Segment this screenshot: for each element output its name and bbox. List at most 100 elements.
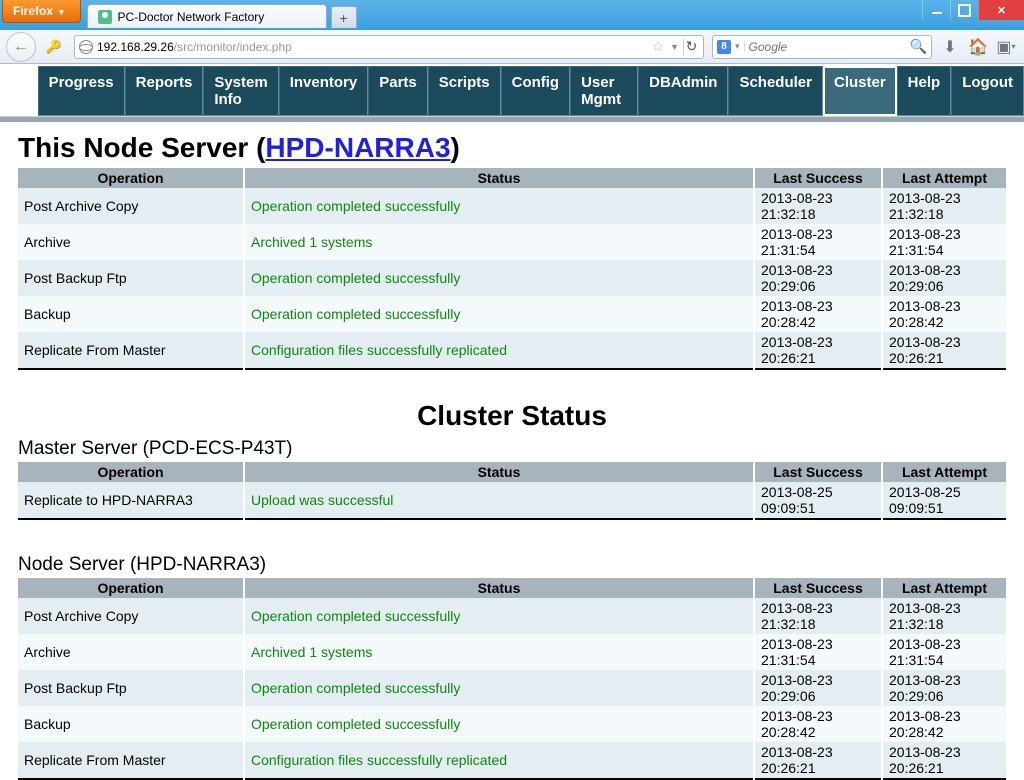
cell-op: Post Backup Ftp: [18, 260, 244, 296]
table-row: Replicate to HPD-NARRA3Upload was succes…: [18, 482, 1006, 519]
search-engine-icon[interactable]: 8: [717, 40, 731, 54]
cell-op: Archive: [18, 224, 244, 260]
cell-op: Post Archive Copy: [18, 188, 244, 224]
menu-item-dbadmin[interactable]: DBAdmin: [638, 66, 728, 116]
master-ops-table: Operation Status Last Success Last Attem…: [18, 462, 1006, 520]
col-last-success: Last Success: [754, 462, 882, 482]
cell-st: Operation completed successfully: [244, 706, 754, 742]
menu-item-help[interactable]: Help: [897, 66, 952, 116]
table-row: Post Backup FtpOperation completed succe…: [18, 670, 1006, 706]
cluster-status-heading: Cluster Status: [0, 400, 1024, 432]
window-minimize-button[interactable]: [922, 0, 950, 20]
window-titlebar: Firefox PC-Doctor Network Factory +: [0, 0, 1024, 30]
cell-op: Backup: [18, 706, 244, 742]
url-dropdown-icon[interactable]: ▼: [668, 42, 681, 52]
node-ops-table: Operation Status Last Success Last Attem…: [18, 578, 1006, 780]
table-row: BackupOperation completed successfully20…: [18, 296, 1006, 332]
table-row: Post Archive CopyOperation completed suc…: [18, 188, 1006, 224]
cell-ls: 2013-08-23 21:31:54: [754, 634, 882, 670]
cell-st: Operation completed successfully: [244, 598, 754, 634]
col-operation: Operation: [18, 578, 244, 598]
url-bar[interactable]: 192.168.29.26/src/monitor/index.php ☆ ▼ …: [74, 35, 704, 59]
menu-item-logout[interactable]: Logout: [951, 66, 1024, 116]
nav-back-button[interactable]: ←: [6, 32, 36, 62]
home-icon[interactable]: 🏠: [968, 37, 988, 57]
menu-item-user-mgmt[interactable]: User Mgmt: [570, 66, 638, 116]
table-row: ArchiveArchived 1 systems2013-08-23 21:3…: [18, 224, 1006, 260]
new-tab-button[interactable]: +: [331, 6, 357, 28]
cell-ls: 2013-08-23 20:26:21: [754, 742, 882, 779]
menu-item-scripts[interactable]: Scripts: [428, 66, 501, 116]
cell-st: Operation completed successfully: [244, 296, 754, 332]
window-close-button[interactable]: [978, 0, 1024, 20]
cell-ls: 2013-08-23 21:32:18: [754, 598, 882, 634]
cell-st: Archived 1 systems: [244, 634, 754, 670]
cell-la: 2013-08-23 21:32:18: [882, 598, 1006, 634]
cell-ls: 2013-08-23 20:28:42: [754, 296, 882, 332]
col-last-attempt: Last Attempt: [882, 168, 1006, 188]
cell-st: Archived 1 systems: [244, 224, 754, 260]
cell-st: Upload was successful: [244, 482, 754, 519]
cell-la: 2013-08-23 21:31:54: [882, 634, 1006, 670]
cell-la: 2013-08-23 20:28:42: [882, 706, 1006, 742]
browser-tab[interactable]: PC-Doctor Network Factory: [87, 4, 327, 28]
table-row: Post Backup FtpOperation completed succe…: [18, 260, 1006, 296]
url-text: 192.168.29.26/src/monitor/index.php: [97, 40, 292, 54]
master-server-heading: Master Server (PCD-ECS-P43T): [18, 438, 1006, 460]
cell-la: 2013-08-23 20:26:21: [882, 332, 1006, 369]
cell-la: 2013-08-23 20:29:06: [882, 260, 1006, 296]
cell-op: Replicate From Master: [18, 742, 244, 779]
menu-item-system-info[interactable]: System Info: [203, 66, 278, 116]
search-input[interactable]: [745, 40, 910, 54]
cell-st: Operation completed successfully: [244, 188, 754, 224]
cell-st: Operation completed successfully: [244, 260, 754, 296]
search-bar[interactable]: 8 ▾ 🔍: [712, 35, 932, 59]
tab-favicon-icon: [98, 10, 112, 24]
menu-item-cluster[interactable]: Cluster: [823, 66, 897, 116]
nav-keyring-icon[interactable]: 🔑: [40, 33, 68, 61]
cell-ls: 2013-08-23 21:32:18: [754, 188, 882, 224]
page-title: This Node Server (HPD-NARRA3): [18, 132, 1006, 164]
cell-st: Configuration files successfully replica…: [244, 332, 754, 369]
window-maximize-button[interactable]: [950, 0, 978, 20]
table-row: Post Archive CopyOperation completed suc…: [18, 598, 1006, 634]
table-row: Replicate From MasterConfiguration files…: [18, 742, 1006, 779]
menu-item-config[interactable]: Config: [501, 66, 570, 116]
cell-op: Backup: [18, 296, 244, 332]
this-node-ops-table: Operation Status Last Success Last Attem…: [18, 168, 1006, 370]
firefox-menu-button[interactable]: Firefox: [2, 0, 81, 23]
menu-item-progress[interactable]: Progress: [38, 66, 125, 116]
browser-navbar: ← 🔑 192.168.29.26/src/monitor/index.php …: [0, 30, 1024, 64]
cell-op: Post Backup Ftp: [18, 670, 244, 706]
cell-op: Replicate to HPD-NARRA3: [18, 482, 244, 519]
cell-ls: 2013-08-23 21:31:54: [754, 224, 882, 260]
globe-icon: [79, 40, 93, 54]
cell-la: 2013-08-25 09:09:51: [882, 482, 1006, 519]
cell-op: Post Archive Copy: [18, 598, 244, 634]
cell-st: Configuration files successfully replica…: [244, 742, 754, 779]
menu-item-scheduler[interactable]: Scheduler: [728, 66, 823, 116]
table-row: BackupOperation completed successfully20…: [18, 706, 1006, 742]
menu-item-reports[interactable]: Reports: [125, 66, 204, 116]
tab-title: PC-Doctor Network Factory: [118, 10, 265, 24]
bookmarks-menu-icon[interactable]: ▣▾: [996, 37, 1016, 57]
search-submit-icon[interactable]: 🔍: [910, 38, 927, 55]
search-engine-dropdown-icon[interactable]: ▾: [733, 41, 745, 52]
bookmark-star-icon[interactable]: ☆: [648, 38, 669, 55]
cell-ls: 2013-08-23 20:29:06: [754, 670, 882, 706]
table-row: Replicate From MasterConfiguration files…: [18, 332, 1006, 369]
cell-ls: 2013-08-23 20:28:42: [754, 706, 882, 742]
node-link[interactable]: HPD-NARRA3: [265, 132, 450, 163]
reload-button[interactable]: ↻: [683, 39, 699, 55]
menu-item-parts[interactable]: Parts: [368, 66, 428, 116]
cell-la: 2013-08-23 21:31:54: [882, 224, 1006, 260]
cell-op: Replicate From Master: [18, 332, 244, 369]
menu-item-inventory[interactable]: Inventory: [279, 66, 369, 116]
cell-st: Operation completed successfully: [244, 670, 754, 706]
table-row: ArchiveArchived 1 systems2013-08-23 21:3…: [18, 634, 1006, 670]
col-last-success: Last Success: [754, 578, 882, 598]
col-operation: Operation: [18, 462, 244, 482]
main-menu: ProgressReportsSystem InfoInventoryParts…: [0, 66, 1024, 116]
downloads-icon[interactable]: ⬇: [940, 37, 960, 57]
cell-la: 2013-08-23 20:28:42: [882, 296, 1006, 332]
